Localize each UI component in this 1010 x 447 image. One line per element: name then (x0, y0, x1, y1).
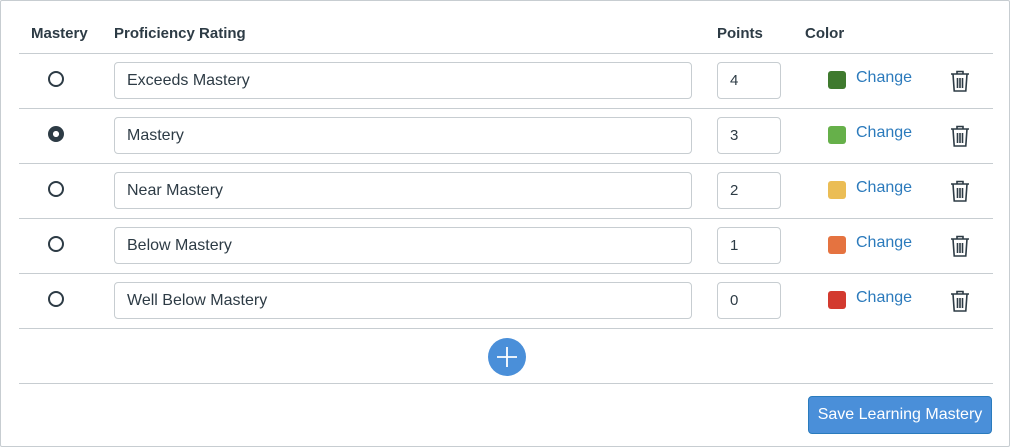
trash-icon[interactable] (949, 69, 971, 93)
rating-name-input[interactable] (114, 172, 692, 209)
change-color-link[interactable]: Change (856, 234, 912, 252)
trash-icon[interactable] (949, 289, 971, 313)
mastery-radio[interactable] (48, 236, 64, 252)
color-swatch (828, 71, 846, 89)
rating-row: Change (19, 274, 993, 329)
rating-points-input[interactable] (717, 172, 781, 209)
rating-row: Change (19, 109, 993, 164)
rating-name-input[interactable] (114, 282, 692, 319)
color-column-header: Color (805, 25, 845, 42)
mastery-column-header: Mastery (31, 25, 88, 42)
table-header: Mastery Proficiency Rating Points Color (19, 1, 993, 54)
change-color-link[interactable]: Change (856, 289, 912, 307)
trash-icon[interactable] (949, 234, 971, 258)
rating-row: Change (19, 164, 993, 219)
change-color-link[interactable]: Change (856, 179, 912, 197)
trash-icon[interactable] (949, 179, 971, 203)
rating-name-input[interactable] (114, 62, 692, 99)
color-swatch (828, 126, 846, 144)
rating-points-input[interactable] (717, 282, 781, 319)
rating-row: Change (19, 219, 993, 274)
add-rating-row (19, 329, 993, 384)
add-rating-button[interactable] (488, 338, 526, 376)
rating-name-input[interactable] (114, 227, 692, 264)
proficiency-panel: Mastery Proficiency Rating Points Color … (0, 0, 1010, 447)
rating-name-input[interactable] (114, 117, 692, 154)
points-column-header: Points (717, 25, 763, 42)
proficiency-rating-column-header: Proficiency Rating (114, 25, 246, 42)
mastery-radio[interactable] (48, 126, 64, 142)
rating-points-input[interactable] (717, 62, 781, 99)
mastery-radio[interactable] (48, 291, 64, 307)
trash-icon[interactable] (949, 124, 971, 148)
rating-points-input[interactable] (717, 227, 781, 264)
save-learning-mastery-button[interactable]: Save Learning Mastery (808, 396, 992, 434)
change-color-link[interactable]: Change (856, 69, 912, 87)
color-swatch (828, 181, 846, 199)
rating-points-input[interactable] (717, 117, 781, 154)
rating-row: Change (19, 54, 993, 109)
color-swatch (828, 236, 846, 254)
change-color-link[interactable]: Change (856, 124, 912, 142)
mastery-radio[interactable] (48, 71, 64, 87)
plus-icon (497, 347, 517, 367)
mastery-radio[interactable] (48, 181, 64, 197)
color-swatch (828, 291, 846, 309)
